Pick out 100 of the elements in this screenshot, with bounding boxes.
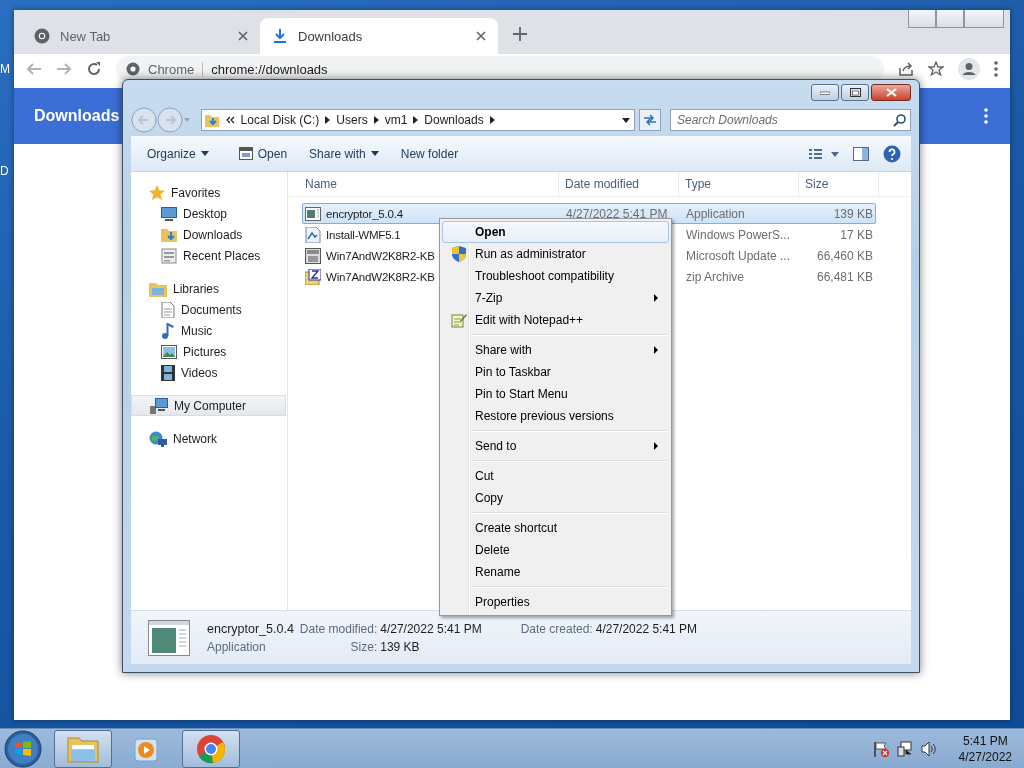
chevron-icon[interactable] — [413, 116, 419, 124]
menu-dots-icon[interactable] — [994, 61, 998, 77]
maximize-button[interactable] — [841, 84, 869, 101]
caret-icon[interactable] — [622, 117, 631, 123]
file-name[interactable]: Win7AndW2K8R2-KB — [326, 249, 435, 262]
chevron-icon[interactable] — [325, 116, 331, 124]
file-type: Windows PowerS... — [685, 227, 792, 242]
url-text: chrome://downloads — [202, 61, 328, 77]
menu-item[interactable]: Properties — [442, 591, 669, 613]
column-header[interactable]: Size — [799, 172, 879, 196]
menu-item[interactable]: Create shortcut — [442, 517, 669, 539]
field-value: 139 KB — [380, 639, 421, 654]
start-orb-icon[interactable] — [4, 729, 42, 768]
chrome-logo-icon — [34, 28, 50, 44]
toolbar-button[interactable]: Organize — [139, 142, 217, 165]
toolbar-button[interactable]: Share with — [301, 142, 387, 165]
script-file-icon — [305, 226, 321, 243]
plus-icon[interactable] — [513, 27, 527, 41]
folder-download-icon — [161, 226, 177, 243]
breadcrumb-item[interactable]: Users — [336, 113, 368, 127]
breadcrumb-item[interactable]: Downloads — [424, 113, 484, 127]
share-icon[interactable] — [898, 61, 914, 77]
menu-item[interactable]: Run as administrator — [442, 243, 669, 265]
reload-icon[interactable] — [86, 61, 102, 77]
column-header[interactable]: Date modified — [559, 172, 679, 196]
menu-dots-icon[interactable] — [984, 108, 988, 124]
address-field[interactable]: Local Disk (C:) Users vm1 Downloads — [200, 109, 636, 131]
minimize-icon — [820, 90, 830, 95]
navigation-item[interactable]: Pictures — [131, 341, 287, 362]
navigation-item[interactable]: Music — [131, 320, 287, 341]
navigation-item[interactable]: Desktop — [131, 203, 287, 224]
menu-item[interactable]: Cut — [442, 465, 669, 487]
browser-tab[interactable]: Downloads — [260, 18, 498, 54]
menu-item[interactable]: Rename — [442, 561, 669, 583]
minimize-button[interactable] — [811, 84, 839, 101]
close-button[interactable] — [871, 84, 911, 101]
navigation-item[interactable]: Favorites — [131, 182, 287, 203]
menu-item[interactable]: Troubleshoot compatibility — [442, 265, 669, 287]
navigation-item[interactable]: Network — [131, 428, 287, 449]
download-icon — [272, 28, 288, 44]
refresh-button[interactable] — [639, 109, 661, 131]
breadcrumb-item[interactable]: Local Disk (C:) — [240, 113, 320, 127]
desktop-icon-label[interactable]: D — [0, 164, 9, 178]
minimize-button[interactable] — [908, 10, 936, 28]
toolbar-button[interactable]: Open — [230, 142, 296, 165]
search-field[interactable]: Search Downloads — [670, 109, 911, 131]
toolbar-button[interactable]: New folder — [392, 142, 467, 165]
page-title: Downloads — [34, 107, 120, 125]
chevron-icon[interactable] — [373, 116, 379, 124]
close-icon[interactable] — [238, 31, 248, 41]
installer-icon — [305, 247, 321, 264]
browser-tab[interactable]: New Tab — [22, 18, 260, 54]
star-icon[interactable] — [928, 61, 944, 77]
file-name[interactable]: Win7AndW2K8R2-KB — [326, 270, 435, 283]
menu-item[interactable]: Copy — [442, 487, 669, 509]
breadcrumb-item[interactable]: vm1 — [384, 113, 408, 127]
navigation-item[interactable]: Libraries — [131, 278, 287, 299]
menu-item[interactable]: Send to — [442, 435, 669, 457]
caret-icon — [370, 151, 379, 156]
menu-item[interactable]: Share with — [442, 339, 669, 361]
desktop-icon-label[interactable]: M — [0, 62, 10, 76]
view-options-icon[interactable] — [809, 147, 839, 160]
menu-item[interactable]: Pin to Start Menu — [442, 383, 669, 405]
file-name: encryptor_5.0.4 — [207, 621, 294, 636]
column-header[interactable]: Type — [679, 172, 799, 196]
taskbar-button[interactable] — [54, 729, 112, 768]
clock-date[interactable]: 4/27/2022 — [958, 748, 1012, 765]
file-name[interactable]: encryptor_5.0.4 — [326, 207, 403, 220]
menu-item[interactable]: 7-Zip — [442, 287, 669, 309]
navigation-item[interactable]: Videos — [131, 362, 287, 383]
field-label: Date created: — [520, 621, 593, 636]
file-name[interactable]: Install-WMF5.1 — [326, 228, 401, 241]
menu-item[interactable]: Pin to Taskbar — [442, 361, 669, 383]
clock-time[interactable]: 5:41 PM — [962, 732, 1008, 749]
navigation-item[interactable]: My Computer — [131, 395, 286, 416]
site-label: Chrome — [148, 61, 195, 77]
menu-item[interactable]: Delete — [442, 539, 669, 561]
file-type: Microsoft Update ... — [685, 248, 792, 263]
file-size: 139 KB — [832, 206, 874, 221]
double-chevron-icon[interactable] — [225, 116, 235, 124]
speaker-icon[interactable] — [920, 740, 937, 757]
column-header[interactable]: Name — [288, 172, 559, 196]
preview-pane-icon[interactable] — [853, 146, 869, 161]
navigation-item[interactable]: Recent Places — [131, 245, 287, 266]
menu-item[interactable]: Restore previous versions — [442, 405, 669, 427]
profile-avatar-icon[interactable] — [958, 58, 980, 80]
taskbar-button[interactable] — [182, 729, 240, 768]
chevron-icon[interactable] — [489, 116, 495, 124]
close-icon[interactable] — [476, 31, 486, 41]
menu-item[interactable]: Edit with Notepad++ — [442, 309, 669, 331]
file-type: Application — [207, 639, 267, 654]
navigation-item[interactable]: Documents — [131, 299, 287, 320]
navigation-item[interactable]: Downloads — [131, 224, 287, 245]
action-center-flag-icon[interactable] — [872, 740, 889, 757]
file-size: 17 KB — [839, 227, 874, 242]
menu-item[interactable]: Open — [442, 221, 669, 243]
address-bar[interactable]: Chrome chrome://downloads — [116, 56, 884, 82]
network-icon[interactable] — [896, 740, 913, 757]
folder-icon — [67, 734, 99, 763]
help-icon[interactable] — [883, 144, 901, 163]
